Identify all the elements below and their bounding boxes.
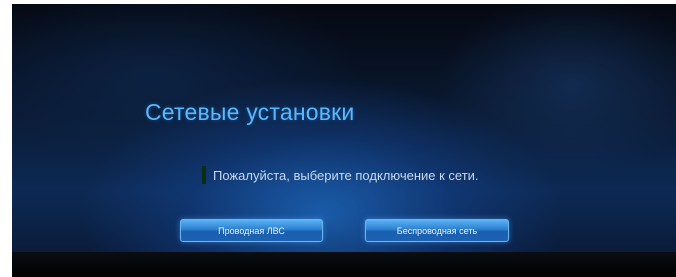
- prompt-row: Пожалуйста, выберите подключение к сети.: [202, 164, 479, 186]
- focus-marker: [202, 166, 206, 184]
- screen-bezel: [12, 252, 676, 277]
- network-settings-screen: Сетевые установки Пожалуйста, выберите п…: [12, 4, 676, 252]
- tv-frame: Сетевые установки Пожалуйста, выберите п…: [12, 4, 676, 277]
- wired-lan-button[interactable]: Проводная ЛВС: [180, 219, 323, 242]
- wireless-network-button[interactable]: Беспроводная сеть: [365, 219, 509, 242]
- prompt-message: Пожалуйста, выберите подключение к сети.: [213, 167, 479, 183]
- page-title: Сетевые установки: [145, 99, 355, 125]
